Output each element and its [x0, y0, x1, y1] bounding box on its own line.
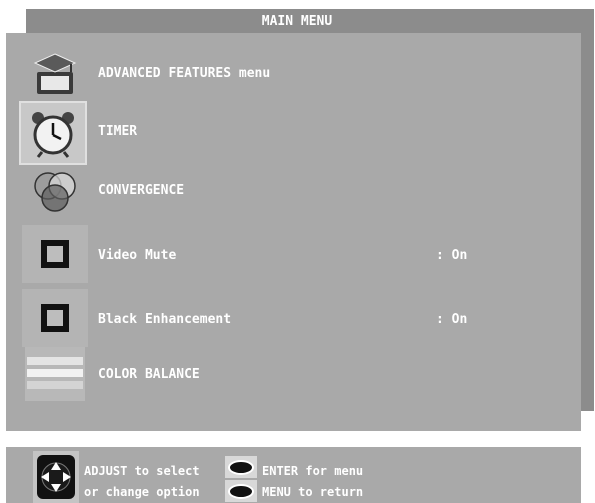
- menu-button-icon: [225, 480, 257, 502]
- menu-item-black-enhancement[interactable]: Black Enhancement : On: [6, 289, 581, 349]
- help-footer: ADJUST to select or change option ENTER …: [6, 447, 581, 503]
- menu-item-label: ADVANCED FEATURES menu: [98, 66, 271, 81]
- menu-item-label: CONVERGENCE: [98, 183, 185, 198]
- adjust-help-line1: ADJUST to select: [84, 464, 200, 478]
- dpad-arrows-icon: [33, 451, 79, 503]
- screen-square-icon: [22, 225, 88, 283]
- menu-item-label: Video Mute: [98, 248, 177, 263]
- screen-square-icon: [22, 289, 88, 347]
- adjust-help-line2: or change option: [84, 485, 200, 499]
- enter-help-text: ENTER for menu: [262, 464, 364, 478]
- menu-item-label: TIMER: [98, 124, 138, 139]
- menu-item-color-balance[interactable]: COLOR BALANCE: [6, 345, 581, 405]
- menu-item-label: Black Enhancement: [98, 312, 232, 327]
- main-menu-title-bar: MAIN MENU: [26, 9, 594, 33]
- menu-item-label: COLOR BALANCE: [98, 367, 200, 382]
- menu-item-convergence[interactable]: CONVERGENCE: [6, 163, 581, 223]
- menu-item-timer[interactable]: TIMER: [6, 101, 581, 165]
- color-bars-icon: [22, 345, 88, 403]
- menu-item-value: : On: [436, 248, 468, 263]
- menu-item-value: : On: [436, 312, 468, 327]
- alarm-clock-icon: [19, 101, 87, 165]
- menu-help-text: MENU to return: [262, 485, 364, 499]
- menu-item-video-mute[interactable]: Video Mute : On: [6, 225, 581, 285]
- graduation-cap-icon: [22, 45, 88, 103]
- panel-shadow: [581, 33, 594, 411]
- main-menu-title: MAIN MENU: [261, 13, 333, 29]
- menu-item-advanced-features[interactable]: ADVANCED FEATURES menu: [6, 45, 581, 105]
- rgb-circles-icon: [22, 163, 88, 221]
- enter-button-icon: [225, 456, 257, 478]
- main-menu-panel: ADVANCED FEATURES menu TIMER CONVERGENCE…: [6, 33, 581, 431]
